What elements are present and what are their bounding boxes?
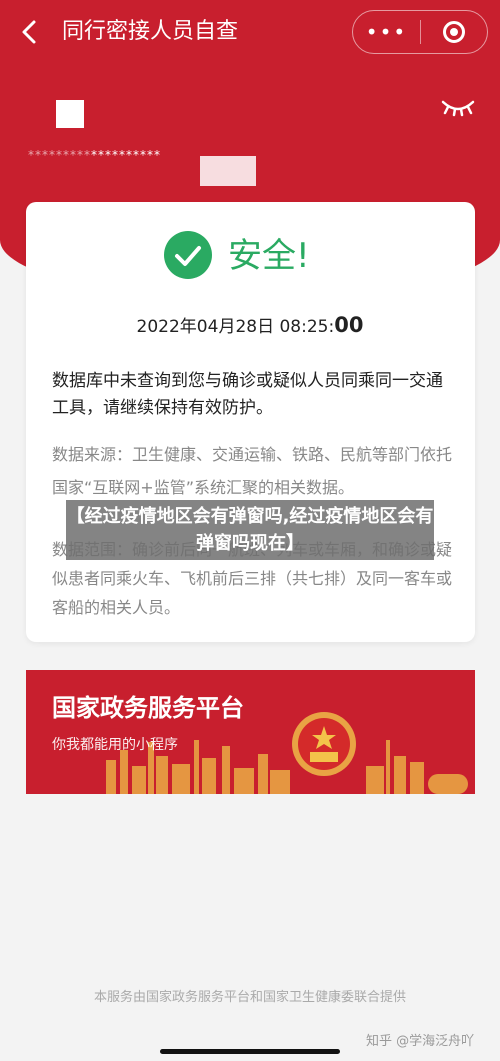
close-circle-icon (442, 21, 465, 43)
gov-service-banner[interactable]: 国家政务服务平台 你我都能用的小程序 (26, 670, 475, 794)
banner-subtitle: 你我都能用的小程序 (52, 737, 178, 753)
zhihu-watermark: 知乎 @学海泛舟吖 (366, 1034, 475, 1049)
query-datetime: 2022年04月28日 08:25:00 (136, 313, 364, 337)
page-title: 同行密接人员自查 (62, 19, 239, 44)
back-icon[interactable] (18, 16, 42, 48)
result-text: 数据库中未查询到您与确诊或疑似人员同乘同一交通工具，请继续保持有效防护。 (52, 371, 443, 418)
masked-name (56, 100, 84, 128)
data-source-text: 数据来源：卫生健康、交通运输、铁路、民航等部门依托国家“互联网+监管”系统汇聚的… (52, 445, 453, 497)
footer-provider-text: 本服务由国家政务服务平台和国家卫生健康委联合提供 (93, 990, 406, 1005)
check-icon (164, 231, 212, 279)
home-indicator (160, 1049, 340, 1054)
status-label: 安全! (228, 236, 310, 276)
caption-overlay: 【经过疫情地区会有弹窗吗,经过疫情地区会有弹窗吗现在】 (66, 500, 434, 560)
banner-title: 国家政务服务平台 (52, 694, 244, 722)
close-miniprogram-button[interactable] (421, 10, 487, 54)
national-emblem-icon (292, 712, 356, 776)
masked-id-suffix (200, 156, 256, 186)
closed-eye-icon[interactable] (440, 96, 476, 120)
navigation-bar: 同行密接人员自查 ••• (0, 0, 500, 64)
masked-id-number: ******************* (28, 148, 161, 162)
more-menu-button[interactable]: ••• (353, 10, 420, 54)
more-icon: ••• (365, 20, 408, 44)
miniprogram-capsule: ••• (352, 10, 488, 54)
skyline-illustration (106, 712, 468, 794)
